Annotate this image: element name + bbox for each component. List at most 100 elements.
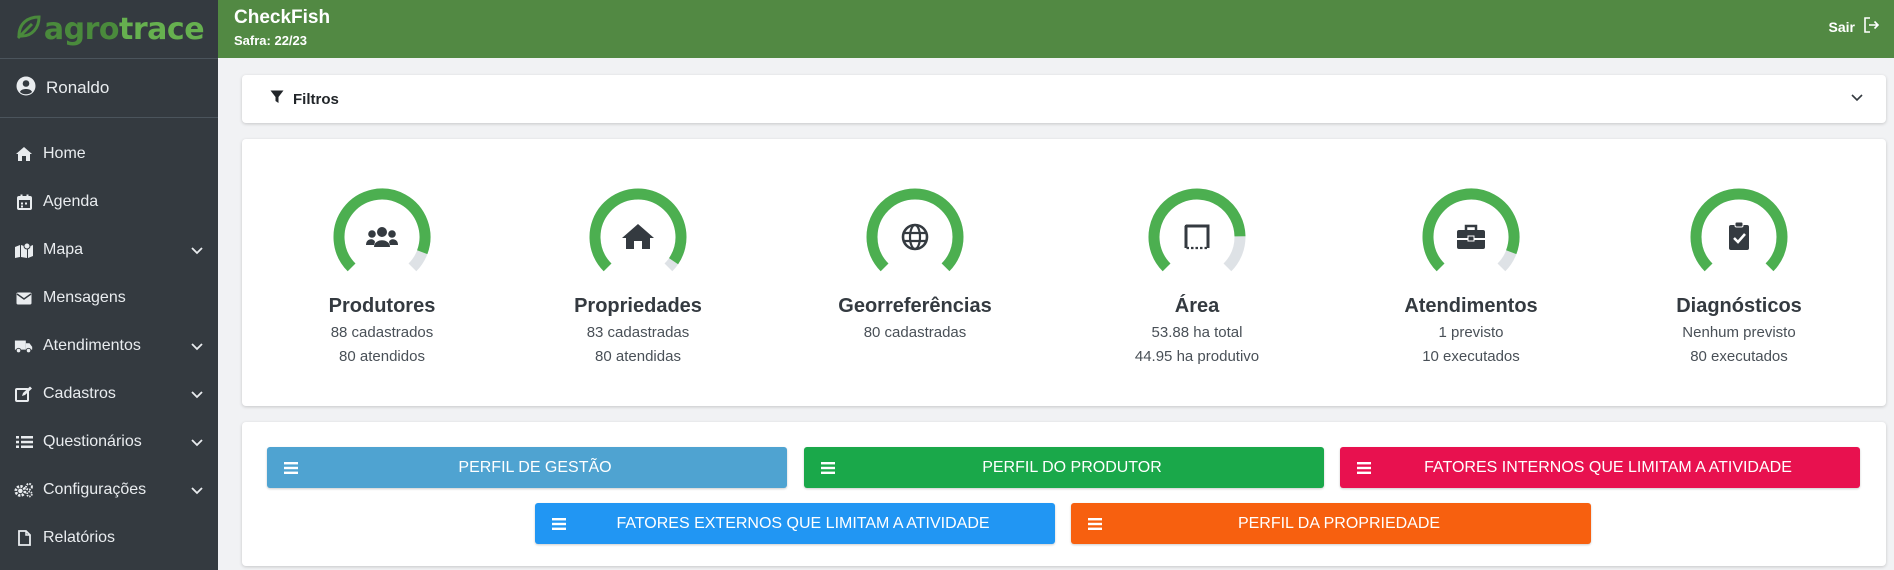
list-icon — [14, 432, 34, 452]
envelope-icon — [14, 288, 34, 308]
button-label: PERFIL DA PROPRIEDADE — [1237, 514, 1441, 532]
home-icon — [14, 144, 34, 164]
sidebar-item-label: Questionários — [43, 433, 142, 450]
sidebar: agrotrace Ronaldo Home Agenda Mapa Mensa… — [0, 0, 218, 570]
chevron-down-icon — [190, 435, 204, 449]
stat-line2: 80 executados — [1690, 348, 1788, 365]
stat-line1: 53.88 ha total — [1151, 324, 1243, 341]
stat-area: Área 53.88 ha total 44.95 ha produtivo — [1087, 187, 1307, 366]
stat-georreferencias: Georreferências 80 cadastradas — [805, 187, 1025, 348]
leaf-icon — [14, 13, 42, 46]
button-label: FATORES INTERNOS QUE LIMITAM A ATIVIDADE — [1424, 458, 1792, 476]
sign-out-icon — [1863, 17, 1880, 36]
stat-title: Diagnósticos — [1676, 295, 1802, 317]
sidebar-item-mapa[interactable]: Mapa — [0, 226, 218, 274]
sidebar-item-relatorios[interactable]: Relatórios — [0, 514, 218, 562]
logout-button[interactable]: Sair — [1829, 17, 1880, 36]
sidebar-item-cadastros[interactable]: Cadastros — [0, 370, 218, 418]
button-label: PERFIL DE GESTÃO — [458, 458, 612, 476]
progress-ring — [589, 188, 687, 272]
top-header: CheckFish Safra: 22/23 Sair — [218, 0, 1894, 58]
users-icon — [366, 227, 398, 247]
bars-icon — [1087, 517, 1103, 531]
sidebar-item-label: Relatórios — [43, 529, 116, 546]
sidebar-item-label: Agenda — [43, 193, 99, 210]
button-label: PERFIL DO PRODUTOR — [982, 458, 1162, 476]
user-panel[interactable]: Ronaldo — [0, 58, 218, 118]
sidebar-item-label: Home — [43, 145, 86, 162]
filters-panel[interactable]: Filtros — [242, 75, 1886, 123]
bars-icon — [1356, 461, 1372, 475]
user-circle-icon — [16, 76, 36, 101]
stat-title: Propriedades — [574, 295, 702, 317]
stat-title: Georreferências — [838, 295, 992, 317]
brand-logo[interactable]: agrotrace — [0, 0, 218, 58]
stat-line1: 88 cadastrados — [330, 324, 434, 341]
profile-gestao-button[interactable]: PERFIL DE GESTÃO — [267, 447, 787, 488]
app-title: CheckFish — [234, 7, 331, 28]
progress-ring — [333, 188, 431, 272]
chevron-down-icon — [190, 339, 204, 353]
stat-title: Área — [1174, 295, 1220, 317]
sidebar-item-mensagens[interactable]: Mensagens — [0, 274, 218, 322]
stat-line1: 1 previsto — [1438, 324, 1504, 341]
logo-wordmark: agrotrace — [43, 11, 205, 47]
clipboard-check-icon — [1729, 221, 1749, 250]
progress-ring — [1690, 188, 1788, 272]
briefcase-icon — [1457, 224, 1485, 249]
filter-icon — [270, 90, 284, 109]
external-factors-button[interactable]: FATORES EXTERNOS QUE LIMITAM A ATIVIDADE — [535, 503, 1055, 544]
stat-line1: 80 cadastradas — [863, 324, 967, 341]
stat-title: Produtores — [328, 295, 436, 317]
chevron-down-icon — [190, 483, 204, 497]
button-label: FATORES EXTERNOS QUE LIMITAM A ATIVIDADE — [616, 514, 990, 532]
sidebar-item-configuracoes[interactable]: Configurações — [0, 466, 218, 514]
stat-line1: 83 cadastradas — [586, 324, 690, 341]
stat-line2: 44.95 ha produtivo — [1134, 348, 1260, 365]
sidebar-item-home[interactable]: Home — [0, 130, 218, 178]
sidebar-item-label: Cadastros — [43, 385, 116, 402]
progress-ring — [1422, 188, 1520, 272]
season-label: Safra: 22/23 — [234, 33, 307, 48]
house-icon — [622, 224, 654, 249]
area-icon — [1184, 224, 1210, 250]
sidebar-item-atendimentos[interactable]: Atendimentos — [0, 322, 218, 370]
stat-title: Atendimentos — [1404, 295, 1538, 317]
bars-icon — [820, 461, 836, 475]
sidebar-item-label: Mapa — [43, 241, 84, 258]
globe-icon — [901, 223, 929, 251]
user-name: Ronaldo — [46, 78, 110, 97]
edit-icon — [14, 384, 34, 404]
map-icon — [14, 240, 34, 260]
progress-ring — [866, 188, 964, 272]
calendar-icon — [14, 192, 34, 212]
stat-propriedades: Propriedades 83 cadastradas 80 atendidas — [528, 187, 748, 366]
stat-line2: 80 atendidos — [339, 348, 425, 365]
profiles-card: PERFIL DE GESTÃO PERFIL DO PRODUTOR FATO… — [242, 422, 1886, 566]
stat-line2: 80 atendidas — [595, 348, 681, 365]
stat-line1: Nenhum previsto — [1682, 324, 1796, 341]
gears-icon — [14, 480, 34, 500]
sidebar-item-label: Atendimentos — [43, 337, 141, 354]
sidebar-item-agenda[interactable]: Agenda — [0, 178, 218, 226]
chevron-down-icon[interactable] — [1850, 90, 1864, 109]
logout-label: Sair — [1828, 18, 1855, 35]
chevron-down-icon — [190, 243, 204, 257]
truck-icon — [14, 336, 34, 356]
profile-propriedade-button[interactable]: PERFIL DA PROPRIEDADE — [1071, 503, 1591, 544]
sidebar-nav: Home Agenda Mapa Mensagens Atendimentos … — [0, 130, 218, 562]
bars-icon — [283, 461, 299, 475]
progress-ring — [1148, 188, 1246, 272]
sidebar-item-questionarios[interactable]: Questionários — [0, 418, 218, 466]
filters-label: Filtros — [293, 90, 339, 108]
stat-atendimentos: Atendimentos 1 previsto 10 executados — [1361, 187, 1581, 366]
sidebar-item-label: Configurações — [43, 481, 147, 498]
stat-produtores: Produtores 88 cadastrados 80 atendidos — [272, 187, 492, 366]
internal-factors-button[interactable]: FATORES INTERNOS QUE LIMITAM A ATIVIDADE — [1340, 447, 1860, 488]
profile-produtor-button[interactable]: PERFIL DO PRODUTOR — [804, 447, 1324, 488]
stat-diagnosticos: Diagnósticos Nenhum previsto 80 executad… — [1629, 187, 1849, 366]
bars-icon — [551, 517, 567, 531]
stat-line2: 10 executados — [1422, 348, 1520, 365]
sidebar-item-label: Mensagens — [43, 289, 126, 306]
summary-card: Produtores 88 cadastrados 80 atendidos P… — [242, 139, 1886, 406]
